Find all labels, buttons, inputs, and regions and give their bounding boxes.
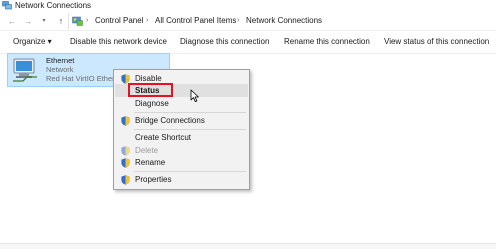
address-row: ← → ▾ ↑ › Control Panel › All Control Pa… <box>0 12 496 30</box>
ethernet-adapter-icon <box>13 58 37 82</box>
uac-shield-icon <box>121 175 130 185</box>
up-arrow-icon[interactable]: ↑ <box>55 12 67 30</box>
breadcrumb-separator-icon[interactable]: › <box>237 13 239 29</box>
menu-item-label: Create Shortcut <box>135 133 192 142</box>
highlight-box <box>128 83 173 97</box>
address-bar[interactable]: › Control Panel › All Control Panel Item… <box>68 13 496 29</box>
control-panel-icon <box>72 16 83 26</box>
breadcrumb-separator-icon[interactable]: › <box>146 13 148 29</box>
recent-locations-chevron-icon[interactable]: ▾ <box>38 12 50 30</box>
breadcrumb-network-connections[interactable]: Network Connections <box>246 13 322 29</box>
uac-shield-icon <box>121 116 130 126</box>
status-bar <box>0 243 496 249</box>
menu-separator <box>134 112 246 113</box>
diagnose-connection-button[interactable]: Diagnose this connection <box>180 31 269 53</box>
uac-shield-icon <box>121 146 130 156</box>
menu-item-label: Bridge Connections <box>135 116 205 125</box>
disable-device-button[interactable]: Disable this network device <box>70 31 167 53</box>
breadcrumb-control-panel[interactable]: Control Panel <box>95 13 143 29</box>
mouse-cursor-icon <box>190 89 199 102</box>
menu-separator <box>134 171 246 172</box>
network-connections-icon <box>2 1 12 10</box>
menu-separator <box>134 129 246 130</box>
menu-item-diagnose[interactable]: Diagnose <box>115 97 248 110</box>
breadcrumb-all-items[interactable]: All Control Panel Items <box>155 13 236 29</box>
menu-item-create-shortcut[interactable]: Create Shortcut <box>115 131 248 144</box>
rename-connection-button[interactable]: Rename this connection <box>284 31 370 53</box>
menu-item-label: Diagnose <box>135 99 169 108</box>
menu-item-rename[interactable]: Rename <box>115 156 248 169</box>
window-title: Network Connections <box>15 1 92 10</box>
uac-shield-icon <box>121 158 130 168</box>
menu-item-properties[interactable]: Properties <box>115 173 248 186</box>
command-bar: Organize ▾ Disable this network device D… <box>0 30 496 54</box>
menu-item-label: Rename <box>135 158 166 167</box>
menu-item-label: Properties <box>135 175 172 184</box>
back-arrow-icon[interactable]: ← <box>6 12 18 30</box>
organize-button[interactable]: Organize ▾ <box>13 31 52 53</box>
connection-status: Network <box>46 65 74 74</box>
view-status-button[interactable]: View status of this connection <box>384 31 489 53</box>
menu-item-bridge-connections[interactable]: Bridge Connections <box>115 114 248 127</box>
forward-arrow-icon[interactable]: → <box>22 12 34 30</box>
title-bar: Network Connections <box>0 0 496 12</box>
breadcrumb-separator-icon[interactable]: › <box>86 13 88 29</box>
